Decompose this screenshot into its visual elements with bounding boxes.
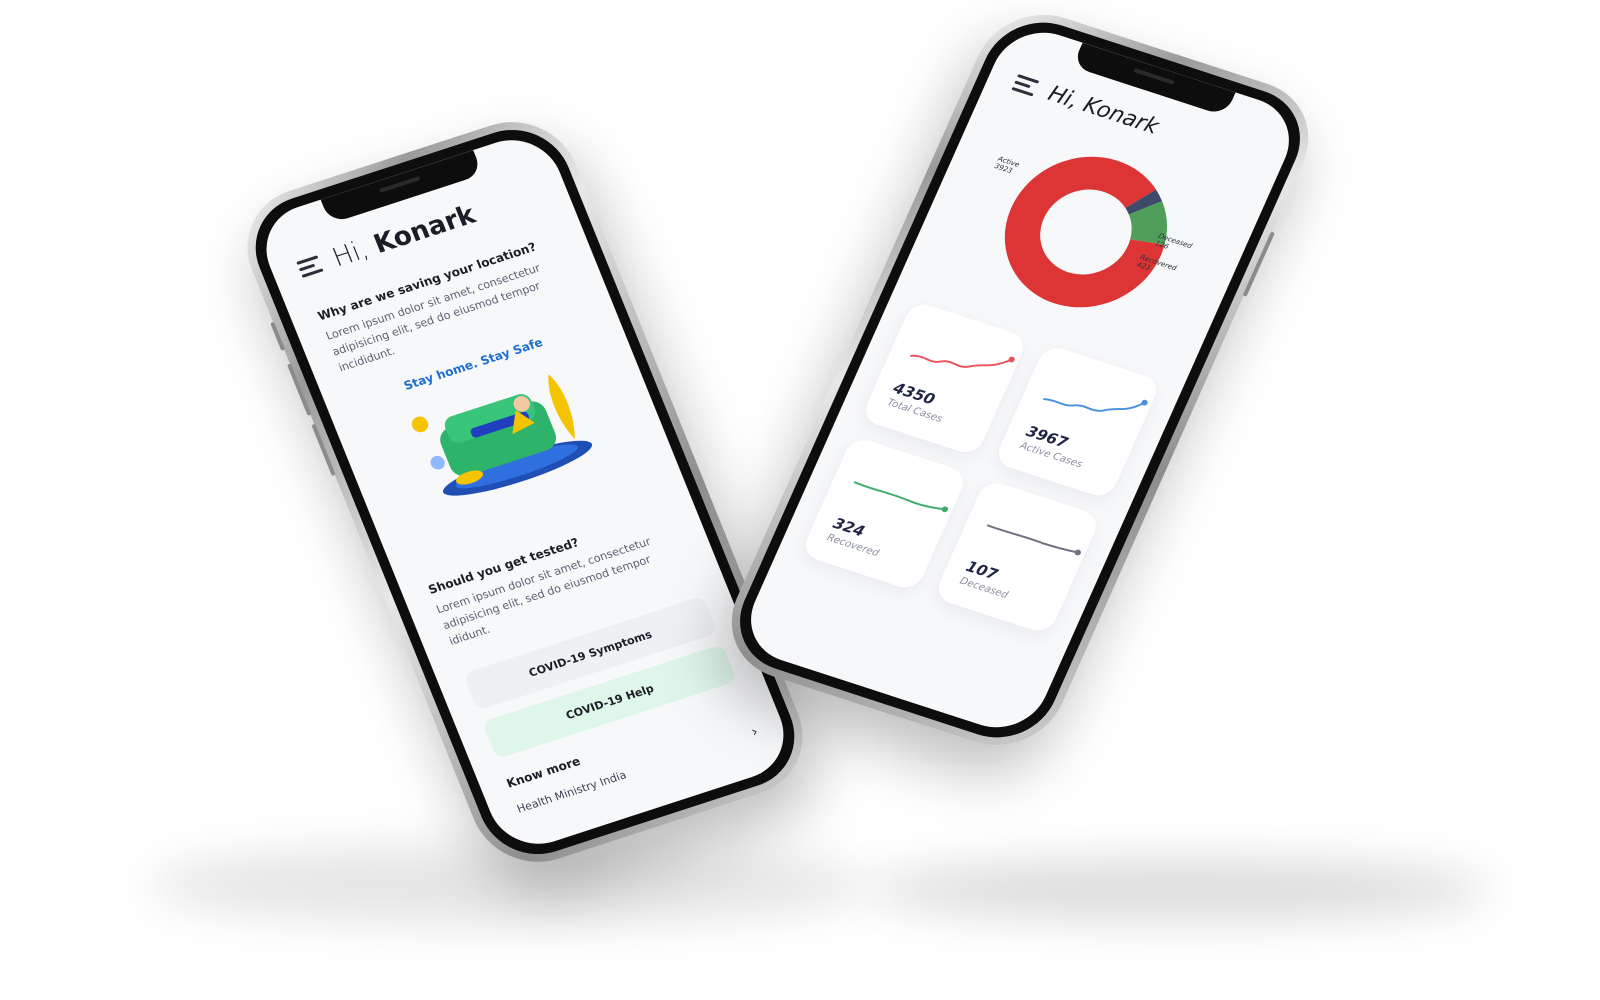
stat-card-recovered[interactable]: 324 Recovered xyxy=(800,435,969,592)
menu-icon[interactable] xyxy=(1011,73,1041,98)
phone-shadow-left xyxy=(150,845,870,925)
greeting-name: Konark xyxy=(1079,93,1163,140)
menu-icon[interactable] xyxy=(296,255,326,279)
app-screen: Hi, Konark Why are we saving your locati… xyxy=(251,127,799,857)
sparkline xyxy=(853,481,949,513)
phone-right: Hi, Konark Active 3923 Deceased 126 Reco… xyxy=(711,0,1329,762)
chevron-right-icon: › xyxy=(749,723,761,741)
sparkline xyxy=(1043,398,1148,412)
stat-card-total[interactable]: 4350 Total Cases xyxy=(860,300,1029,457)
phone-bezel: Hi, Konark Why are we saving your locati… xyxy=(238,115,812,869)
greeting-hi: Hi, xyxy=(1044,81,1083,114)
greeting-hi: Hi, xyxy=(328,234,373,274)
stat-card-active[interactable]: 3967 Active Cases xyxy=(993,343,1162,500)
sparkline xyxy=(910,354,1015,368)
phone-left: Hi, Konark Why are we saving your locati… xyxy=(228,105,822,879)
dashboard-screen: Hi, Konark Active 3923 Deceased 126 Reco… xyxy=(735,20,1305,740)
stat-card-deceased[interactable]: 107 Deceased xyxy=(933,478,1102,636)
phone-bezel: Hi, Konark Active 3923 Deceased 126 Reco… xyxy=(721,8,1319,752)
sparkline xyxy=(986,524,1081,556)
phone-shadow-right xyxy=(870,860,1490,920)
